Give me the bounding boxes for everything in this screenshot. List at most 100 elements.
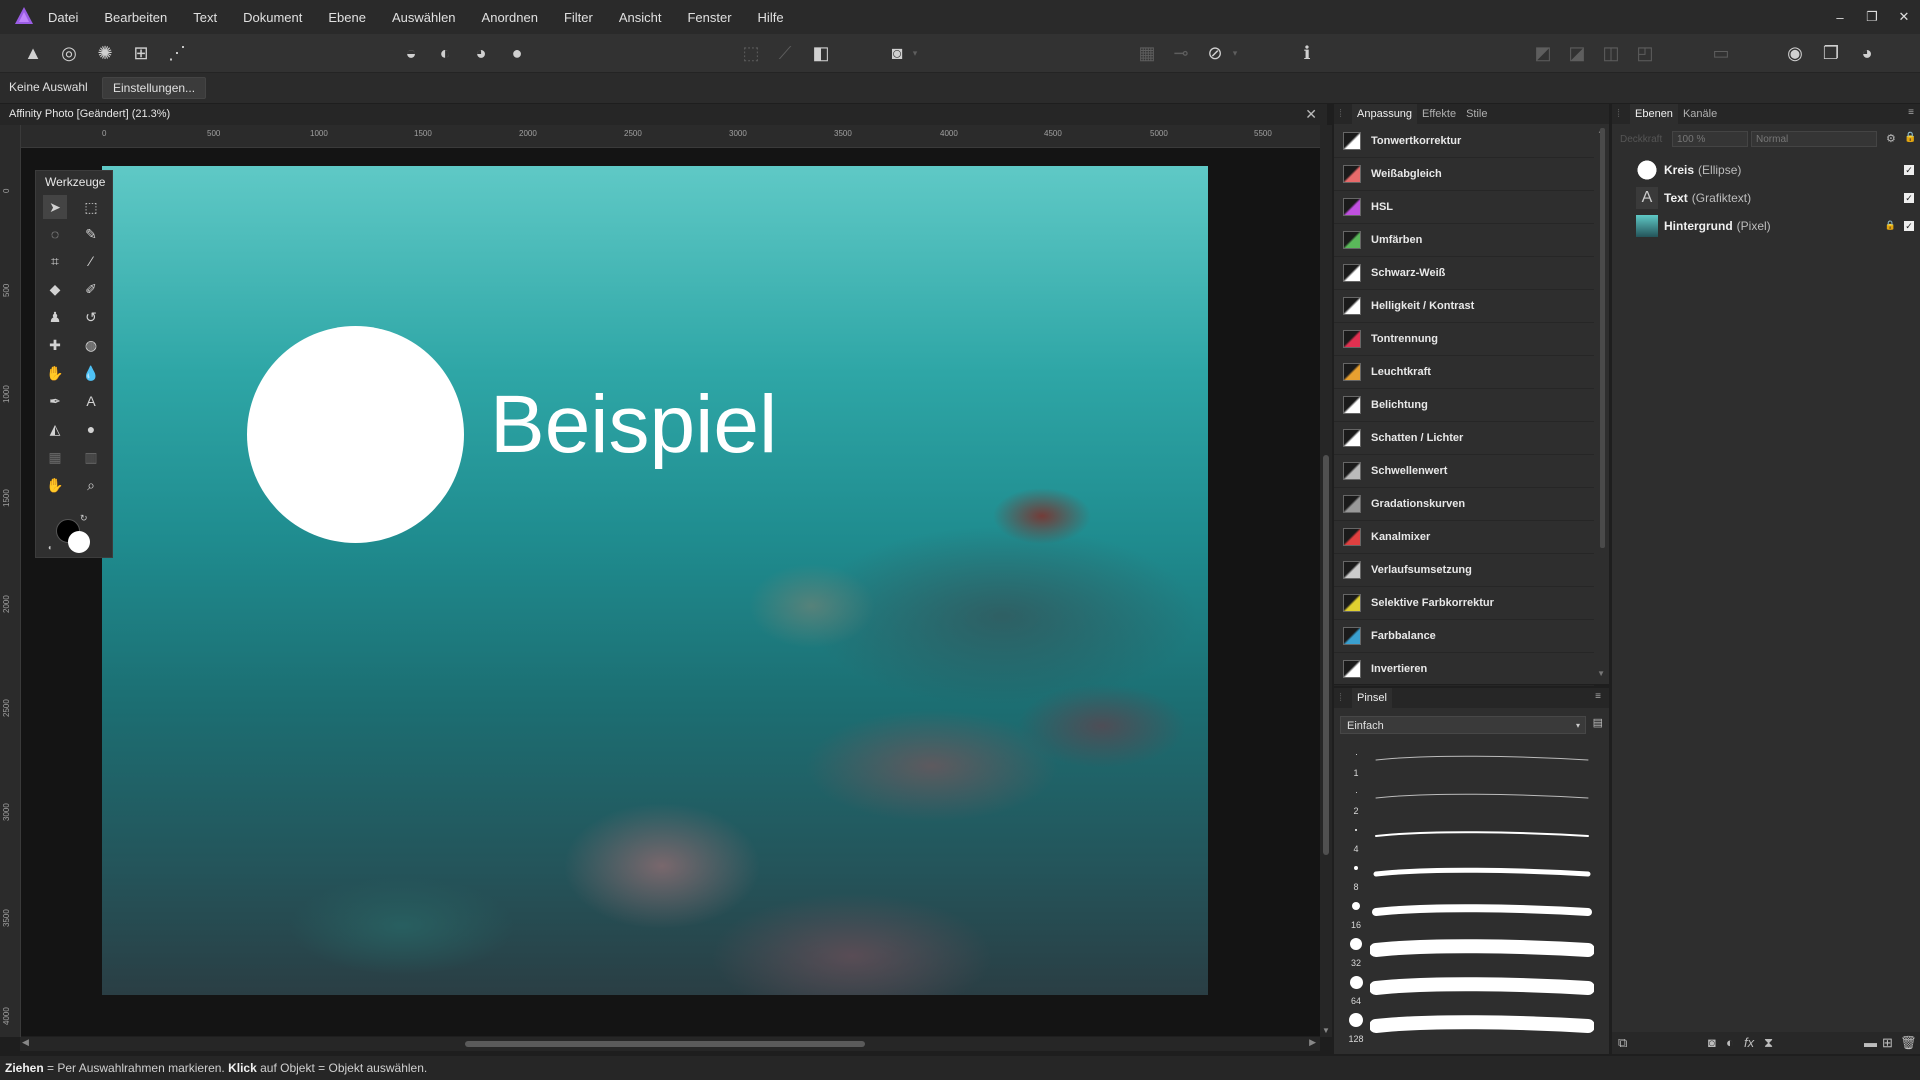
brush-preset[interactable]: 16 xyxy=(1334,898,1596,936)
align-icon[interactable]: ▭ xyxy=(1708,41,1734,65)
adjustment-item[interactable]: Umfärben xyxy=(1334,224,1594,257)
menu-datei[interactable]: Datei xyxy=(48,10,78,25)
preferences-icon[interactable]: ◕ xyxy=(1854,41,1880,65)
trash-icon[interactable]: 🗑 xyxy=(1900,1035,1917,1051)
adjustment-item[interactable]: Tonwertkorrektur xyxy=(1334,125,1594,158)
horizontal-ruler[interactable]: 0 500 1000 1500 2000 2500 3000 3500 4000… xyxy=(20,125,1320,148)
menu-dokument[interactable]: Dokument xyxy=(243,10,302,25)
arrange-backward-icon[interactable]: ◪ xyxy=(1564,41,1590,65)
layer-settings-gear-icon[interactable]: ⚙ xyxy=(1886,132,1896,145)
view-studio-icon[interactable]: ❐ xyxy=(1818,41,1844,65)
layer-lock-icon[interactable]: 🔒 xyxy=(1885,220,1896,231)
deselect-icon[interactable]: ⟋ xyxy=(772,41,798,65)
adjustment-item[interactable]: Schatten / Lichter xyxy=(1334,422,1594,455)
red-eye-tool-icon[interactable]: ◍ xyxy=(79,333,103,357)
adjustment-item[interactable]: Tontrennung xyxy=(1334,323,1594,356)
tab-stile[interactable]: Stile xyxy=(1461,104,1492,124)
brush-preset[interactable]: 4 xyxy=(1334,822,1596,860)
layer-visibility-checkbox[interactable]: ✓ xyxy=(1904,220,1914,231)
arrange-back-icon[interactable]: ◩ xyxy=(1530,41,1556,65)
tab-kanaele[interactable]: Kanäle xyxy=(1678,104,1722,124)
adjustment-item[interactable]: HSL xyxy=(1334,191,1594,224)
quick-mask-dropdown-icon[interactable]: ▾ xyxy=(908,41,922,65)
close-document-icon[interactable]: ✕ xyxy=(1305,106,1317,123)
snapping-dropdown-icon[interactable]: ▾ xyxy=(1228,41,1242,65)
affinity-photo-logo-icon[interactable] xyxy=(13,5,35,27)
live-filter-icon[interactable]: ⧗ xyxy=(1764,1035,1773,1051)
horizontal-scrollbar[interactable]: ◀ ▶ xyxy=(20,1037,1320,1051)
brush-category-select[interactable]: Einfach ▾ xyxy=(1340,716,1586,734)
arrange-forward-icon[interactable]: ◫ xyxy=(1598,41,1624,65)
text-tool-icon[interactable]: A xyxy=(79,389,103,413)
adjustment-item[interactable]: Belichtung xyxy=(1334,389,1594,422)
adjustment-item[interactable]: Selektive Farbkorrektur xyxy=(1334,587,1594,620)
zoom-tool-icon[interactable]: ⌕ xyxy=(79,473,103,497)
liquify-persona-icon[interactable]: ◎ xyxy=(56,41,82,65)
select-all-icon[interactable]: ⬚ xyxy=(738,41,764,65)
tab-anpassung[interactable]: Anpassung xyxy=(1352,104,1418,124)
swap-colors-icon[interactable]: ↻ xyxy=(80,513,88,524)
adjustment-item[interactable]: Kanalmixer xyxy=(1334,521,1594,554)
tone-mapping-persona-icon[interactable]: ⊞ xyxy=(128,41,154,65)
circle-ellipse-layer[interactable] xyxy=(247,326,464,543)
move-tool-icon[interactable]: ➤ xyxy=(43,195,67,219)
document-image[interactable] xyxy=(102,166,1208,995)
panel-grip-icon[interactable]: ⁞ xyxy=(1334,688,1352,708)
scroll-right-icon[interactable]: ▶ xyxy=(1309,1037,1316,1048)
menu-fenster[interactable]: Fenster xyxy=(687,10,731,25)
export-persona-icon[interactable]: ⋰ xyxy=(164,41,190,65)
mask-layer-icon[interactable]: ◙ xyxy=(1708,1035,1716,1050)
brush-preset[interactable]: 2 xyxy=(1334,784,1596,822)
menu-anordnen[interactable]: Anordnen xyxy=(482,10,538,25)
adjustment-item[interactable]: Helligkeit / Kontrast xyxy=(1334,290,1594,323)
add-layer-icon[interactable]: ⊞ xyxy=(1882,1035,1893,1051)
adjustment-item[interactable]: Schwarz-Weiß xyxy=(1334,257,1594,290)
auto-white-balance-icon[interactable]: ● xyxy=(504,41,530,65)
adjustment-item[interactable]: Weißabgleich xyxy=(1334,158,1594,191)
vertical-ruler[interactable]: 0 500 1000 1500 2000 2500 3000 3500 4000 xyxy=(0,125,21,1037)
opacity-field[interactable]: 100 % xyxy=(1672,131,1748,147)
color-picker-icon[interactable]: ⁄ xyxy=(79,249,103,273)
tab-effekte[interactable]: Effekte xyxy=(1417,104,1461,124)
hand-tool-icon[interactable]: ✋ xyxy=(43,473,67,497)
adjustment-item[interactable]: Leuchtkraft xyxy=(1334,356,1594,389)
panel-menu-icon[interactable]: ≡ xyxy=(1908,107,1914,118)
settings-button[interactable]: Einstellungen... xyxy=(102,77,207,99)
auto-levels-icon[interactable]: ◒ xyxy=(398,41,424,65)
pen-tool-icon[interactable]: ✒ xyxy=(43,389,67,413)
crop-tool-icon[interactable]: ⌗ xyxy=(43,249,67,273)
group-layers-icon[interactable]: ▬ xyxy=(1864,1035,1877,1050)
fx-icon[interactable]: fx xyxy=(1744,1035,1754,1050)
restore-button[interactable]: ❐ xyxy=(1856,9,1888,25)
perspective-tool-icon[interactable]: ▥ xyxy=(79,445,103,469)
quick-mask-icon[interactable]: ◙ xyxy=(884,41,910,65)
adjustments-scroll-thumb[interactable] xyxy=(1600,128,1605,548)
minimize-button[interactable]: – xyxy=(1824,10,1856,25)
arrange-front-icon[interactable]: ◰ xyxy=(1632,41,1658,65)
adjustment-item[interactable]: Verlaufsumsetzung xyxy=(1334,554,1594,587)
blend-mode-select[interactable]: Normal xyxy=(1751,131,1877,147)
blur-tool-icon[interactable]: 💧 xyxy=(79,361,103,385)
scroll-down-icon[interactable]: ▼ xyxy=(1597,669,1605,678)
selection-brush-icon[interactable]: ✎ xyxy=(79,222,103,246)
layer-row[interactable]: Kreis (Ellipse) ✓ xyxy=(1612,156,1920,183)
assistant-icon[interactable]: ◉ xyxy=(1782,41,1808,65)
tab-ebenen[interactable]: Ebenen xyxy=(1630,104,1678,124)
snapping-options-icon[interactable]: ⊸ xyxy=(1168,41,1194,65)
snapping-icon[interactable]: ⊘ xyxy=(1202,41,1228,65)
panel-menu-icon[interactable]: ≡ xyxy=(1595,691,1601,702)
vertical-scroll-thumb[interactable] xyxy=(1323,455,1329,855)
brush-preset[interactable]: 128 xyxy=(1334,1012,1596,1050)
brush-preset[interactable]: 1 xyxy=(1334,746,1596,784)
info-icon[interactable]: ℹ xyxy=(1294,41,1320,65)
layer-visibility-checkbox[interactable]: ✓ xyxy=(1904,164,1914,175)
document-tab[interactable]: Affinity Photo [Geändert] (21.3%) ✕ xyxy=(0,104,1327,125)
adjustment-item[interactable]: Schwellenwert xyxy=(1334,455,1594,488)
panel-grip-icon[interactable]: ⁞ xyxy=(1334,104,1352,124)
layer-visibility-checkbox[interactable]: ✓ xyxy=(1904,192,1914,203)
brush-options-icon[interactable]: ▤ xyxy=(1593,716,1603,729)
healing-brush-icon[interactable]: ✚ xyxy=(43,333,67,357)
flood-fill-icon[interactable]: ◭ xyxy=(43,417,67,441)
freehand-selection-icon[interactable]: ◌ xyxy=(43,222,67,246)
develop-persona-icon[interactable]: ✺ xyxy=(92,41,118,65)
